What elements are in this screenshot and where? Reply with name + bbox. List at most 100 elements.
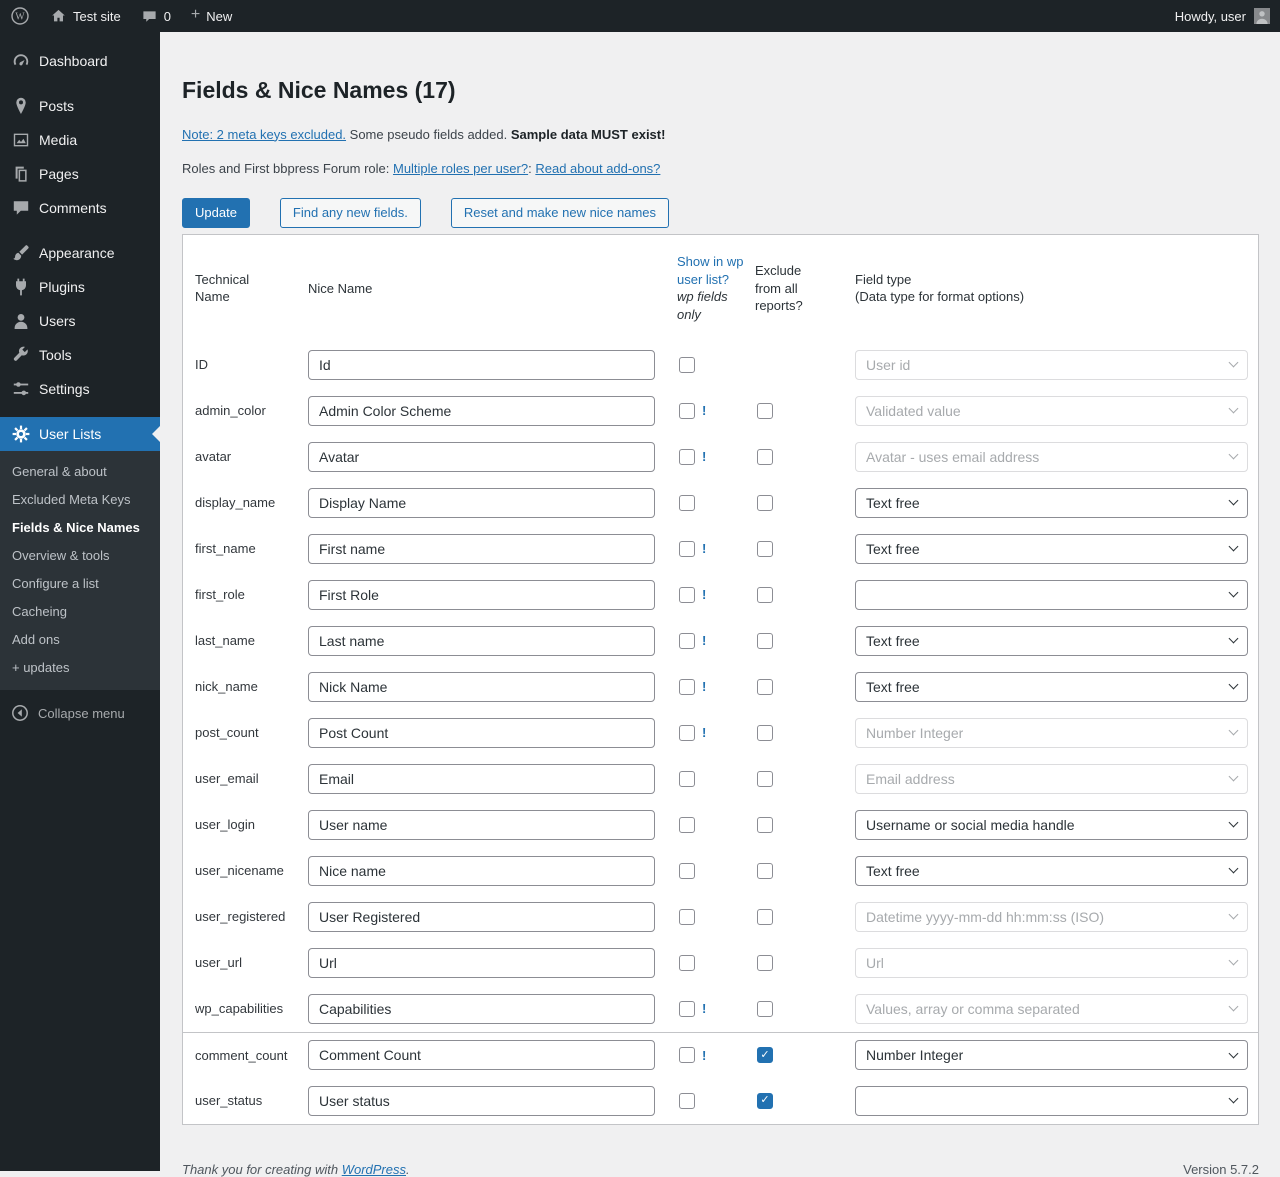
show-in-list-checkbox[interactable] xyxy=(679,725,695,741)
nice-name-input[interactable] xyxy=(308,442,655,472)
field-type-select[interactable]: Email address xyxy=(855,764,1248,794)
exclude-checkbox[interactable] xyxy=(757,679,773,695)
nice-name-input[interactable] xyxy=(308,994,655,1024)
site-name-link[interactable]: Test site xyxy=(40,0,131,32)
field-type-select[interactable]: Url xyxy=(855,948,1248,978)
show-in-list-checkbox[interactable] xyxy=(679,1001,695,1017)
wordpress-link[interactable]: WordPress xyxy=(342,1162,406,1177)
nice-name-input[interactable] xyxy=(308,672,655,702)
field-type-select[interactable]: User id xyxy=(855,350,1248,380)
sidebar-item-plugins[interactable]: Plugins xyxy=(0,270,160,304)
field-type-select[interactable]: Text free xyxy=(855,488,1248,518)
exclude-checkbox[interactable] xyxy=(757,633,773,649)
nice-name-input[interactable] xyxy=(308,1086,655,1116)
field-type-select[interactable]: Text free xyxy=(855,626,1248,656)
show-in-list-checkbox[interactable] xyxy=(679,1047,695,1063)
nice-name-input[interactable] xyxy=(308,534,655,564)
nice-name-input[interactable] xyxy=(308,856,655,886)
meta-keys-excluded-link[interactable]: Note: 2 meta keys excluded. xyxy=(182,127,346,142)
nice-name-input[interactable] xyxy=(308,948,655,978)
reset-nice-names-button[interactable]: Reset and make new nice names xyxy=(451,198,669,228)
exclude-checkbox[interactable]: ✓ xyxy=(757,1093,773,1109)
multiple-roles-link[interactable]: Multiple roles per user? xyxy=(393,161,528,176)
nice-name-input[interactable] xyxy=(308,350,655,380)
nice-name-input[interactable] xyxy=(308,396,655,426)
update-button[interactable]: Update xyxy=(182,198,250,228)
submenu-item-configure-a-list[interactable]: Configure a list xyxy=(0,570,160,598)
show-in-list-checkbox[interactable] xyxy=(679,1093,695,1109)
nice-name-input[interactable] xyxy=(308,718,655,748)
wordpress-logo-menu[interactable]: W xyxy=(0,0,40,32)
nice-name-input[interactable] xyxy=(308,902,655,932)
sidebar-item-settings[interactable]: Settings xyxy=(0,372,160,406)
exclude-checkbox[interactable] xyxy=(757,771,773,787)
exclude-checkbox[interactable] xyxy=(757,725,773,741)
show-in-list-checkbox[interactable] xyxy=(679,357,695,373)
field-type-select[interactable]: Number Integer xyxy=(855,1040,1248,1070)
exclude-checkbox[interactable] xyxy=(757,587,773,603)
show-in-list-checkbox[interactable] xyxy=(679,449,695,465)
new-content-link[interactable]: + New xyxy=(181,0,242,32)
show-in-list-checkbox[interactable] xyxy=(679,633,695,649)
exclude-checkbox[interactable] xyxy=(757,495,773,511)
field-type-select[interactable] xyxy=(855,1086,1248,1116)
sidebar-item-user-lists[interactable]: User Lists xyxy=(0,417,160,451)
submenu-item-add-ons[interactable]: Add ons xyxy=(0,626,160,654)
show-in-list-checkbox[interactable] xyxy=(679,909,695,925)
show-in-list-checkbox[interactable] xyxy=(679,863,695,879)
show-in-list-checkbox[interactable] xyxy=(679,541,695,557)
exclude-checkbox[interactable] xyxy=(757,449,773,465)
exclude-checkbox[interactable] xyxy=(757,817,773,833)
exclude-checkbox[interactable] xyxy=(757,909,773,925)
field-type-select[interactable]: Values, array or comma separated xyxy=(855,994,1248,1024)
sidebar-item-pages[interactable]: Pages xyxy=(0,157,160,191)
sidebar-item-dashboard[interactable]: Dashboard xyxy=(0,44,160,78)
find-new-fields-button[interactable]: Find any new fields. xyxy=(280,198,421,228)
exclude-checkbox[interactable] xyxy=(757,863,773,879)
nice-name-input[interactable] xyxy=(308,1040,655,1070)
comments-admin-bar-link[interactable]: 0 xyxy=(131,0,181,32)
field-type-select[interactable] xyxy=(855,580,1248,610)
nice-name-input[interactable] xyxy=(308,488,655,518)
submenu-item-general-about[interactable]: General & about xyxy=(0,458,160,486)
show-in-list-checkbox[interactable] xyxy=(679,955,695,971)
exclude-checkbox[interactable]: ✓ xyxy=(757,1047,773,1063)
show-in-list-header-link[interactable]: Show in wp user list? xyxy=(677,253,749,288)
nice-name-input[interactable] xyxy=(308,626,655,656)
submenu-item-updates[interactable]: + updates xyxy=(0,654,160,682)
sidebar-item-tools[interactable]: Tools xyxy=(0,338,160,372)
field-type-select[interactable]: Validated value xyxy=(855,396,1248,426)
exclude-checkbox[interactable] xyxy=(757,541,773,557)
show-in-list-checkbox[interactable] xyxy=(679,495,695,511)
show-in-list-checkbox[interactable] xyxy=(679,403,695,419)
field-type-select[interactable]: Text free xyxy=(855,534,1248,564)
field-type-select[interactable]: Number Integer xyxy=(855,718,1248,748)
sidebar-item-comments[interactable]: Comments xyxy=(0,191,160,225)
field-type-select[interactable]: Avatar - uses email address xyxy=(855,442,1248,472)
field-type-select[interactable]: Username or social media handle xyxy=(855,810,1248,840)
exclude-checkbox[interactable] xyxy=(757,955,773,971)
exclude-checkbox[interactable] xyxy=(757,403,773,419)
submenu-item-overview-tools[interactable]: Overview & tools xyxy=(0,542,160,570)
sidebar-item-appearance[interactable]: Appearance xyxy=(0,236,160,270)
show-in-list-checkbox[interactable] xyxy=(679,771,695,787)
show-in-list-checkbox[interactable] xyxy=(679,817,695,833)
submenu-item-cacheing[interactable]: Cacheing xyxy=(0,598,160,626)
show-in-list-checkbox[interactable] xyxy=(679,679,695,695)
field-type-select[interactable]: Datetime yyyy-mm-dd hh:mm:ss (ISO) xyxy=(855,902,1248,932)
sidebar-item-media[interactable]: Media xyxy=(0,123,160,157)
sidebar-item-users[interactable]: Users xyxy=(0,304,160,338)
field-type-select[interactable]: Text free xyxy=(855,672,1248,702)
exclude-checkbox[interactable] xyxy=(757,1001,773,1017)
field-type-select[interactable]: Text free xyxy=(855,856,1248,886)
collapse-menu-button[interactable]: Collapse menu xyxy=(0,696,160,730)
show-in-list-checkbox[interactable] xyxy=(679,587,695,603)
sidebar-item-posts[interactable]: Posts xyxy=(0,89,160,123)
nice-name-input[interactable] xyxy=(308,810,655,840)
read-about-addons-link[interactable]: Read about add-ons? xyxy=(535,161,660,176)
submenu-item-excluded-meta-keys[interactable]: Excluded Meta Keys xyxy=(0,486,160,514)
nice-name-input[interactable] xyxy=(308,764,655,794)
howdy-account-menu[interactable]: Howdy, user xyxy=(1165,0,1280,32)
submenu-item-fields-nice-names[interactable]: Fields & Nice Names xyxy=(0,514,160,542)
nice-name-input[interactable] xyxy=(308,580,655,610)
